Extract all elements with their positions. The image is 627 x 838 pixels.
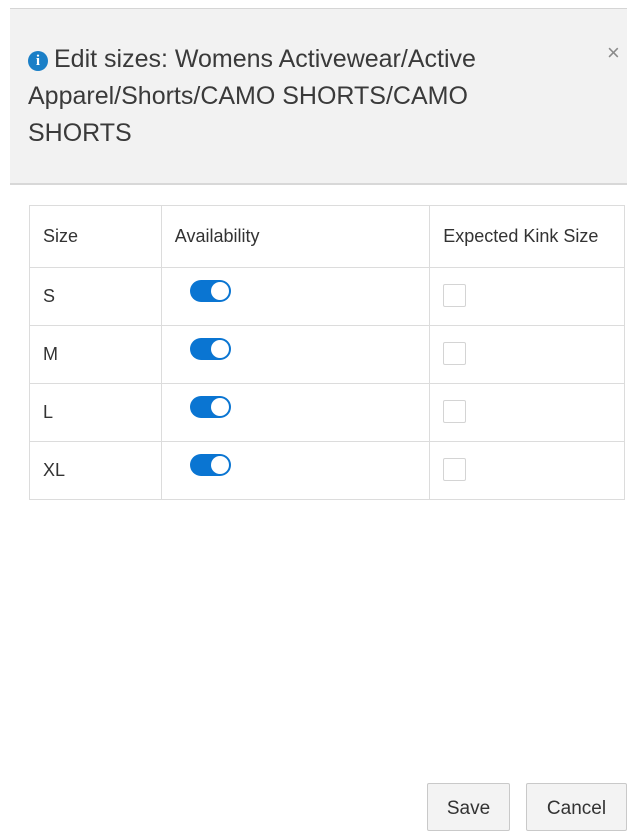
sizes-table: Size Availability Expected Kink Size S M… — [29, 205, 625, 500]
toggle-knob — [210, 398, 229, 416]
availability-column-header: Availability — [160, 205, 431, 268]
expected-kink-cell — [429, 441, 625, 500]
expected-kink-checkbox[interactable] — [443, 457, 467, 481]
save-button[interactable]: Save — [427, 783, 510, 831]
availability-cell — [160, 267, 431, 326]
availability-toggle[interactable] — [189, 454, 231, 476]
table-header-row: Size Availability Expected Kink Size — [29, 205, 625, 268]
dialog-title: i Edit sizes: Womens Activewear/Active Ap… — [28, 41, 568, 152]
availability-toggle[interactable] — [189, 338, 231, 360]
size-cell: L — [29, 383, 162, 442]
dialog-title-text: Edit sizes: Womens Activewear/Active App… — [28, 45, 476, 147]
cancel-button[interactable]: Cancel — [526, 783, 627, 831]
size-cell: M — [29, 325, 162, 384]
availability-toggle[interactable] — [189, 396, 231, 418]
table-row: L — [29, 383, 625, 442]
availability-cell — [160, 325, 431, 384]
availability-cell — [160, 441, 431, 500]
table-row: M — [29, 325, 625, 384]
expected-kink-checkbox[interactable] — [443, 399, 467, 423]
info-icon: i — [28, 51, 48, 71]
expected-kink-cell — [429, 325, 625, 384]
size-cell: S — [29, 267, 162, 326]
expected-kink-checkbox[interactable] — [443, 283, 467, 307]
toggle-knob — [210, 456, 229, 474]
close-button[interactable]: × — [607, 39, 627, 67]
size-cell: XL — [29, 441, 162, 500]
availability-cell — [160, 383, 431, 442]
dialog-header: i Edit sizes: Womens Activewear/Active Ap… — [10, 9, 627, 185]
expected-kink-checkbox[interactable] — [443, 341, 467, 365]
table-row: XL — [29, 441, 625, 500]
expected-kink-size-column-header: Expected Kink Size — [429, 205, 625, 268]
toggle-knob — [210, 282, 229, 300]
expected-kink-cell — [429, 267, 625, 326]
table-row: S — [29, 267, 625, 326]
expected-kink-cell — [429, 383, 625, 442]
size-column-header: Size — [29, 205, 162, 268]
toggle-knob — [210, 340, 229, 358]
availability-toggle[interactable] — [189, 280, 231, 302]
